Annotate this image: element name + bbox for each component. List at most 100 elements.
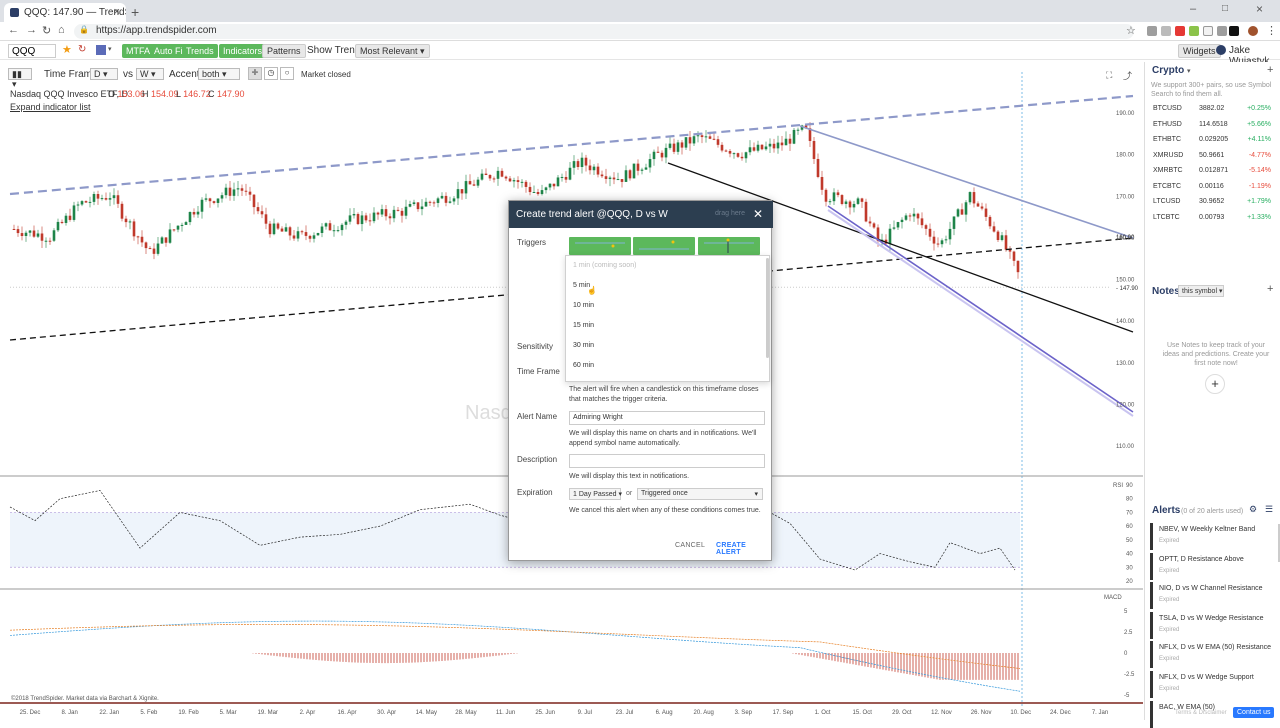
extension-icon[interactable] xyxy=(1203,26,1213,36)
alerts-title: Alerts xyxy=(1152,505,1181,516)
extension-icon[interactable] xyxy=(1217,26,1227,36)
close-icon[interactable]: ✕ xyxy=(753,207,763,221)
profile-avatar[interactable] xyxy=(1248,26,1258,36)
crypto-change: +1.79% xyxy=(1247,198,1271,205)
home-icon[interactable]: ⌂ xyxy=(58,24,65,36)
candle-body xyxy=(516,180,520,183)
color-swatch-icon[interactable] xyxy=(96,45,106,55)
crypto-row[interactable]: ETHUSD 114.6518 +5.66% xyxy=(1153,118,1280,133)
expiration-select[interactable]: 1 Day Passed ▾ xyxy=(569,488,622,500)
gear-icon[interactable]: ⚙ xyxy=(1249,504,1257,515)
browser-tab[interactable]: QQQ: 147.90 — TrendSpider × xyxy=(4,3,126,22)
candle-body xyxy=(292,235,296,239)
chevron-down-icon[interactable]: ▾ xyxy=(1187,67,1191,75)
dropdown-option[interactable]: 15 min xyxy=(573,322,594,329)
trigger-option-break[interactable] xyxy=(569,237,631,255)
crypto-price: 50.9661 xyxy=(1199,151,1225,159)
date-axis-label: 20. Aug xyxy=(694,710,714,716)
extension-icon[interactable] xyxy=(1147,26,1157,36)
crypto-row[interactable]: LTCUSD 30.9652 +1.79% xyxy=(1153,195,1280,210)
most-relevant-select[interactable]: Most Relevant ▾ xyxy=(355,44,430,58)
trigger-count-select[interactable]: Triggered once ▾ xyxy=(637,488,763,500)
crypto-row[interactable]: LTCBTC 0.00793 +1.33% xyxy=(1153,211,1280,226)
alert-row[interactable]: NFLX, D vs W EMA (50) Resistance Expired xyxy=(1150,641,1274,669)
new-tab-icon[interactable]: + xyxy=(131,4,139,20)
date-axis-label: 12. Nov xyxy=(931,710,952,716)
alert-name-input[interactable]: Admiring Wright xyxy=(569,411,765,425)
time-frame-dropdown[interactable]: 1 min (coming soon) 5 min 10 min 15 min … xyxy=(565,255,770,382)
candle-body xyxy=(272,223,276,235)
candle-body xyxy=(168,229,172,243)
patterns-button[interactable]: Patterns xyxy=(262,44,306,58)
alert-row[interactable]: NFLX, D vs W Wedge Support Expired xyxy=(1150,671,1274,698)
add-icon[interactable]: + xyxy=(1267,64,1273,76)
dropdown-option[interactable]: 30 min xyxy=(573,342,594,349)
alert-row[interactable]: NIO, D vs W Channel Resistance Expired xyxy=(1150,582,1274,610)
filter-icon[interactable]: ☰ xyxy=(1265,504,1273,515)
terms-link[interactable]: Terms & Disclaimer xyxy=(1175,709,1227,718)
browser-menu-icon[interactable]: ⋮ xyxy=(1266,24,1277,37)
candle-body xyxy=(592,166,596,171)
minimize-icon[interactable]: – xyxy=(1190,3,1196,15)
candle-body xyxy=(624,170,628,182)
candle-body xyxy=(448,201,452,203)
create-alert-button[interactable]: CREATE ALERT xyxy=(716,542,771,556)
chevron-down-icon[interactable]: ▾ xyxy=(108,45,112,53)
extension-icon[interactable] xyxy=(1229,26,1239,36)
cancel-button[interactable]: CANCEL xyxy=(675,542,705,549)
bookmark-star-icon[interactable]: ☆ xyxy=(1126,24,1136,37)
crypto-row[interactable]: XMRBTC 0.012871 -5.14% xyxy=(1153,164,1280,179)
candle-body xyxy=(576,161,580,168)
expiration-or: or xyxy=(626,490,633,497)
candle-body xyxy=(792,129,796,144)
maximize-icon[interactable]: □ xyxy=(1222,3,1228,14)
widgets-button[interactable]: Widgets xyxy=(1178,44,1221,58)
dialog-header[interactable]: Create trend alert @QQQ, D vs W drag her… xyxy=(509,201,773,228)
url-field[interactable]: 🔒 https://app.trendspider.com xyxy=(74,24,1134,39)
description-input[interactable] xyxy=(569,454,765,468)
extension-icon[interactable] xyxy=(1161,26,1171,36)
close-tab-icon[interactable]: × xyxy=(114,6,120,18)
rsi-label: RSI xyxy=(1113,483,1123,489)
candle-body xyxy=(384,209,388,217)
add-note-icon[interactable]: + xyxy=(1267,283,1273,295)
url-text: https://app.trendspider.com xyxy=(96,25,217,36)
candle-body xyxy=(468,181,472,185)
extension-icon[interactable] xyxy=(1175,26,1185,36)
dropdown-scrollbar[interactable] xyxy=(766,258,769,358)
candle-body xyxy=(436,198,440,203)
crypto-row[interactable]: ETCBTC 0.00116 -1.19% xyxy=(1153,180,1280,195)
close-window-icon[interactable]: × xyxy=(1256,2,1263,16)
forward-icon[interactable]: → xyxy=(26,24,37,36)
dropdown-option[interactable]: 60 min xyxy=(573,362,594,369)
back-icon[interactable]: ← xyxy=(8,24,19,36)
alert-row[interactable]: TSLA, D vs W Wedge Resistance Expired xyxy=(1150,611,1274,639)
trigger-option-touch[interactable] xyxy=(633,237,695,255)
candle-body xyxy=(716,139,720,145)
crypto-row[interactable]: BTCUSD 3882.02 +0.25% xyxy=(1153,102,1280,117)
extension-icon[interactable] xyxy=(1189,26,1199,36)
candle-body xyxy=(256,207,260,212)
trend-price-marker: 160.00 xyxy=(1116,235,1135,241)
crypto-row[interactable]: XMRUSD 50.9661 -4.77% xyxy=(1153,149,1280,164)
candle-body xyxy=(320,226,324,233)
create-note-icon[interactable]: + xyxy=(1205,374,1225,394)
notes-filter-select[interactable]: this symbol ▾ xyxy=(1178,285,1224,297)
contact-us-button[interactable]: Contact us xyxy=(1233,707,1275,718)
alert-row[interactable]: OPTT, D Resistance Above Expired xyxy=(1150,552,1274,580)
dropdown-option[interactable]: 10 min xyxy=(573,302,594,309)
crypto-title[interactable]: Crypto xyxy=(1152,65,1184,76)
trends-button[interactable]: Trends xyxy=(182,44,218,58)
crypto-row[interactable]: ETHBTC 0.029205 +4.11% xyxy=(1153,133,1280,148)
alert-row[interactable]: NBEV, W Weekly Keltner Band Expired xyxy=(1150,523,1274,550)
symbol-search-input[interactable] xyxy=(8,44,56,58)
reload-icon[interactable]: ↻ xyxy=(42,24,51,37)
trigger-option-bounce[interactable] xyxy=(698,237,760,255)
indicators-button[interactable]: Indicators xyxy=(219,44,267,58)
candle-body xyxy=(952,216,956,229)
candle-body xyxy=(564,176,568,180)
refresh-icon[interactable]: ↻ xyxy=(78,44,86,55)
favorite-star-icon[interactable]: ★ xyxy=(62,43,72,56)
crypto-change: +4.11% xyxy=(1247,136,1271,143)
candle-body xyxy=(572,161,576,168)
